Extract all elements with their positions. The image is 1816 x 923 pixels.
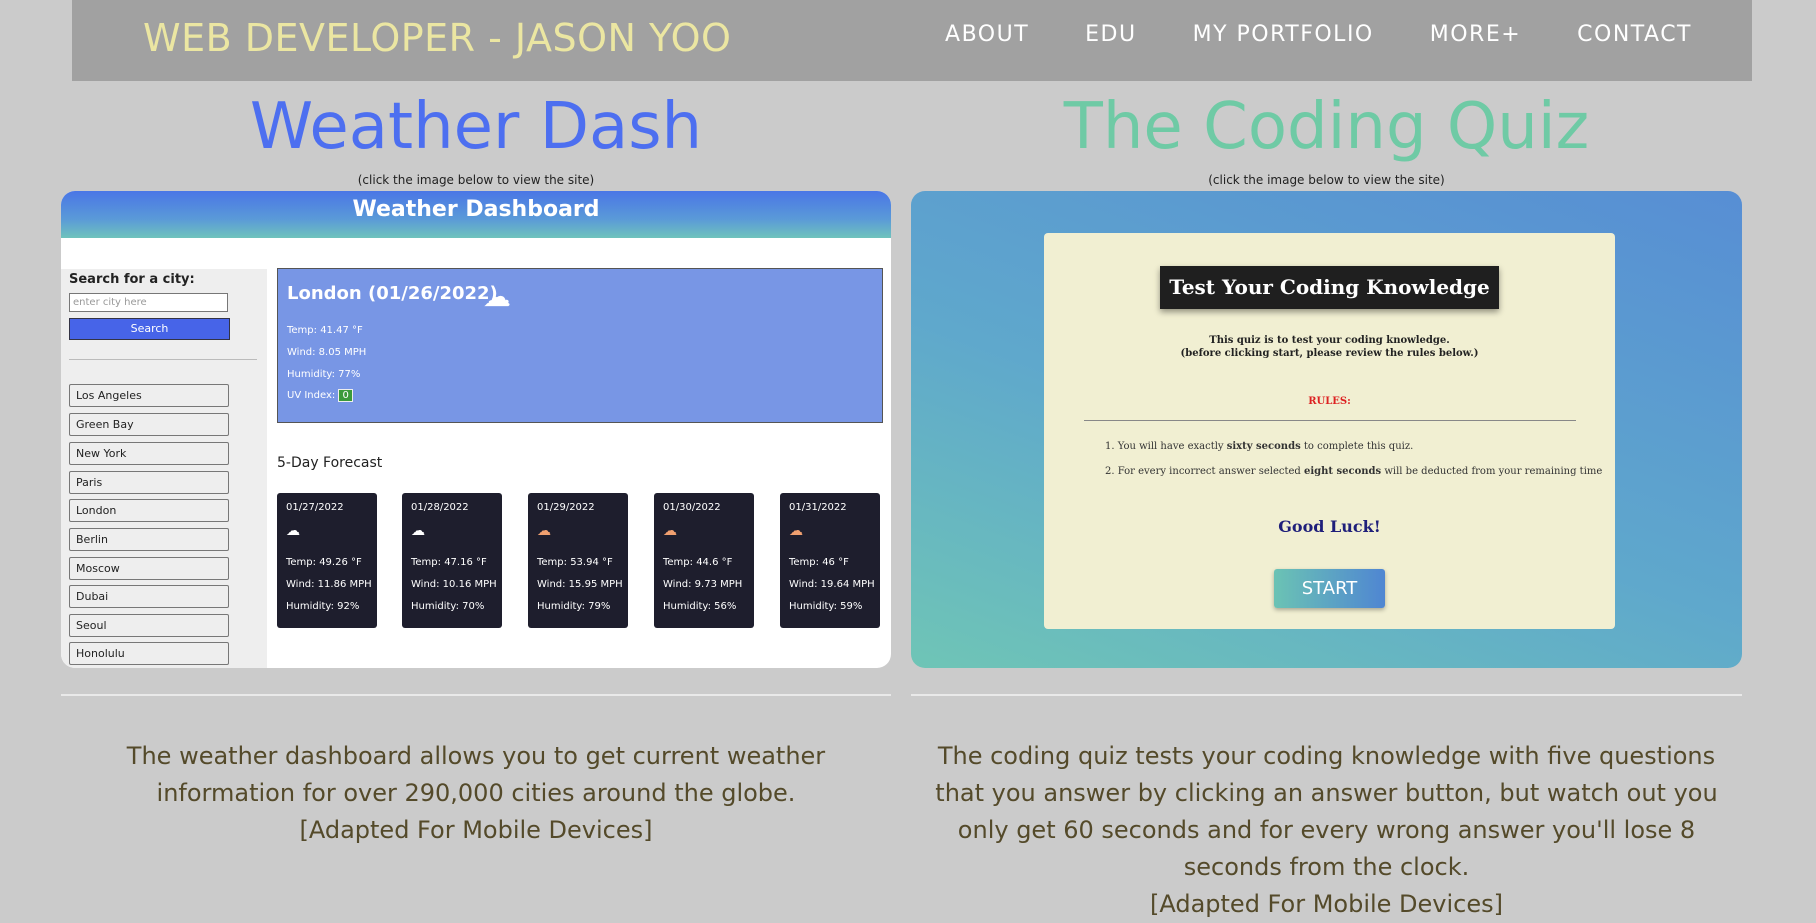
weather-preview-image[interactable]: Weather Dashboard Search for a city: ent… <box>61 191 891 668</box>
forecast-wind: Wind: 10.16 MPH <box>411 579 497 590</box>
nav-about[interactable]: ABOUT <box>945 22 1029 47</box>
weather-current-title: London (01/26/2022) <box>287 283 498 304</box>
forecast-date: 01/27/2022 <box>286 502 344 513</box>
forecast-humidity: Humidity: 70% <box>411 601 485 612</box>
cloud-icon: ☁ <box>286 523 300 539</box>
quiz-intro-line: This quiz is to test your coding knowled… <box>1209 335 1450 346</box>
partly-cloudy-icon: ☁ <box>663 523 677 539</box>
weather-hint: (click the image below to view the site) <box>357 173 595 187</box>
quiz-rule-1: 1. You will have exactly sixty seconds t… <box>1105 441 1413 452</box>
nav-edu[interactable]: EDU <box>1085 22 1136 47</box>
main-nav: ABOUT EDU MY PORTFOLIO MORE+ CONTACT <box>889 22 1692 47</box>
weather-current-panel: London (01/26/2022) ☁ Temp: 41.47 °F Win… <box>277 268 883 423</box>
forecast-date: 01/30/2022 <box>663 502 721 513</box>
site-brand[interactable]: WEB DEVELOPER - JASON YOO <box>143 16 731 60</box>
weather-city-item: London <box>69 499 229 522</box>
weather-project-title: Weather Dash <box>249 90 703 164</box>
weather-description-text: The weather dashboard allows you to get … <box>126 742 826 807</box>
forecast-date: 01/28/2022 <box>411 502 469 513</box>
weather-city-item: Dubai <box>69 585 229 608</box>
quiz-preview-image[interactable]: Test Your Coding Knowledge This quiz is … <box>911 191 1742 668</box>
weather-city-item: Seoul <box>69 614 229 637</box>
weather-mobile-note: [Adapted For Mobile Devices] <box>299 816 653 844</box>
quiz-hint: (click the image below to view the site) <box>1208 173 1445 187</box>
weather-preview-sidebar: Search for a city: enter city here Searc… <box>61 269 267 668</box>
cloud-icon: ☁ <box>411 523 425 539</box>
weather-forecast-label: 5-Day Forecast <box>277 455 383 471</box>
quiz-project: The Coding Quiz (click the image below t… <box>911 81 1742 923</box>
weather-forecast-card: 01/28/2022 ☁ Temp: 47.16 °F Wind: 10.16 … <box>402 493 502 628</box>
forecast-wind: Wind: 15.95 MPH <box>537 579 623 590</box>
weather-forecast-card: 01/30/2022 ☁ Temp: 44.6 °F Wind: 9.73 MP… <box>654 493 754 628</box>
weather-divider <box>61 694 891 696</box>
forecast-temp: Temp: 47.16 °F <box>411 557 487 568</box>
forecast-temp: Temp: 53.94 °F <box>537 557 613 568</box>
nav-more[interactable]: MORE+ <box>1430 22 1521 47</box>
forecast-humidity: Humidity: 56% <box>663 601 737 612</box>
weather-search-input: enter city here <box>69 293 228 312</box>
quiz-preview-heading: Test Your Coding Knowledge <box>1160 266 1499 309</box>
weather-project: Weather Dash (click the image below to v… <box>61 81 891 849</box>
weather-city-item: Berlin <box>69 528 229 551</box>
partly-cloudy-icon: ☁ <box>537 523 551 539</box>
quiz-project-title: The Coding Quiz <box>1063 90 1590 164</box>
quiz-divider <box>911 694 1742 696</box>
quiz-description-text: The coding quiz tests your coding knowle… <box>935 742 1718 881</box>
rule-text: will be deducted from your remaining tim… <box>1381 466 1603 477</box>
quiz-start-button: START <box>1274 569 1385 608</box>
weather-sidebar-divider <box>69 359 257 360</box>
weather-preview-header: Weather Dashboard <box>61 191 891 238</box>
forecast-temp: Temp: 49.26 °F <box>286 557 362 568</box>
rule-text: to complete this quiz. <box>1300 441 1414 452</box>
forecast-wind: Wind: 9.73 MPH <box>663 579 743 590</box>
weather-city-item: Honolulu <box>69 642 229 665</box>
quiz-good-luck: Good Luck! <box>1278 517 1381 536</box>
quiz-rule-2: 2. For every incorrect answer selected e… <box>1105 466 1602 477</box>
quiz-preview-panel: Test Your Coding Knowledge This quiz is … <box>1044 233 1615 629</box>
weather-forecast-card: 01/29/2022 ☁ Temp: 53.94 °F Wind: 15.95 … <box>528 493 628 628</box>
weather-city-item: New York <box>69 442 229 465</box>
weather-current-uv: UV Index: 0 <box>287 389 353 402</box>
weather-forecast-card: 01/27/2022 ☁ Temp: 49.26 °F Wind: 11.86 … <box>277 493 377 628</box>
quiz-rules-divider <box>1084 420 1576 421</box>
weather-city-item: Moscow <box>69 557 229 580</box>
weather-uv-label: UV Index: <box>287 390 336 401</box>
forecast-humidity: Humidity: 59% <box>789 601 863 612</box>
nav-portfolio[interactable]: MY PORTFOLIO <box>1193 22 1374 47</box>
rule-emphasis: eight seconds <box>1303 466 1382 477</box>
rule-text: 1. You will have exactly <box>1105 441 1227 452</box>
forecast-wind: Wind: 11.86 MPH <box>286 579 372 590</box>
forecast-humidity: Humidity: 79% <box>537 601 611 612</box>
forecast-wind: Wind: 19.64 MPH <box>789 579 875 590</box>
weather-description: The weather dashboard allows you to get … <box>61 738 891 849</box>
forecast-temp: Temp: 44.6 °F <box>663 557 733 568</box>
quiz-rules-label: RULES: <box>1308 396 1351 407</box>
partly-cloudy-icon: ☁ <box>789 523 803 539</box>
rule-text: 2. For every incorrect answer selected <box>1105 466 1304 477</box>
quiz-description: The coding quiz tests your coding knowle… <box>911 738 1742 923</box>
forecast-date: 01/29/2022 <box>537 502 595 513</box>
quiz-mobile-note: [Adapted For Mobile Devices] <box>1149 890 1503 918</box>
weather-forecast-card: 01/31/2022 ☁ Temp: 46 °F Wind: 19.64 MPH… <box>780 493 880 628</box>
quiz-intro-line: (before clicking start, please review th… <box>1180 348 1479 359</box>
weather-city-item: Paris <box>69 471 229 494</box>
quiz-preview-intro: This quiz is to test your coding knowled… <box>1044 334 1615 360</box>
forecast-date: 01/31/2022 <box>789 502 847 513</box>
forecast-humidity: Humidity: 92% <box>286 601 360 612</box>
weather-search-label: Search for a city: <box>69 272 195 287</box>
weather-city-item: Green Bay <box>69 413 229 436</box>
weather-city-item: Los Angeles <box>69 384 229 407</box>
navbar: WEB DEVELOPER - JASON YOO ABOUT EDU MY P… <box>72 0 1752 81</box>
cloud-icon: ☁ <box>483 280 511 313</box>
forecast-temp: Temp: 46 °F <box>789 557 849 568</box>
weather-search-button: Search <box>69 318 230 340</box>
nav-contact[interactable]: CONTACT <box>1577 22 1692 47</box>
weather-uv-badge: 0 <box>338 389 353 402</box>
weather-current-wind: Wind: 8.05 MPH <box>287 347 367 358</box>
weather-current-humidity: Humidity: 77% <box>287 369 361 380</box>
weather-current-temp: Temp: 41.47 °F <box>287 325 363 336</box>
rule-emphasis: sixty seconds <box>1226 441 1301 452</box>
